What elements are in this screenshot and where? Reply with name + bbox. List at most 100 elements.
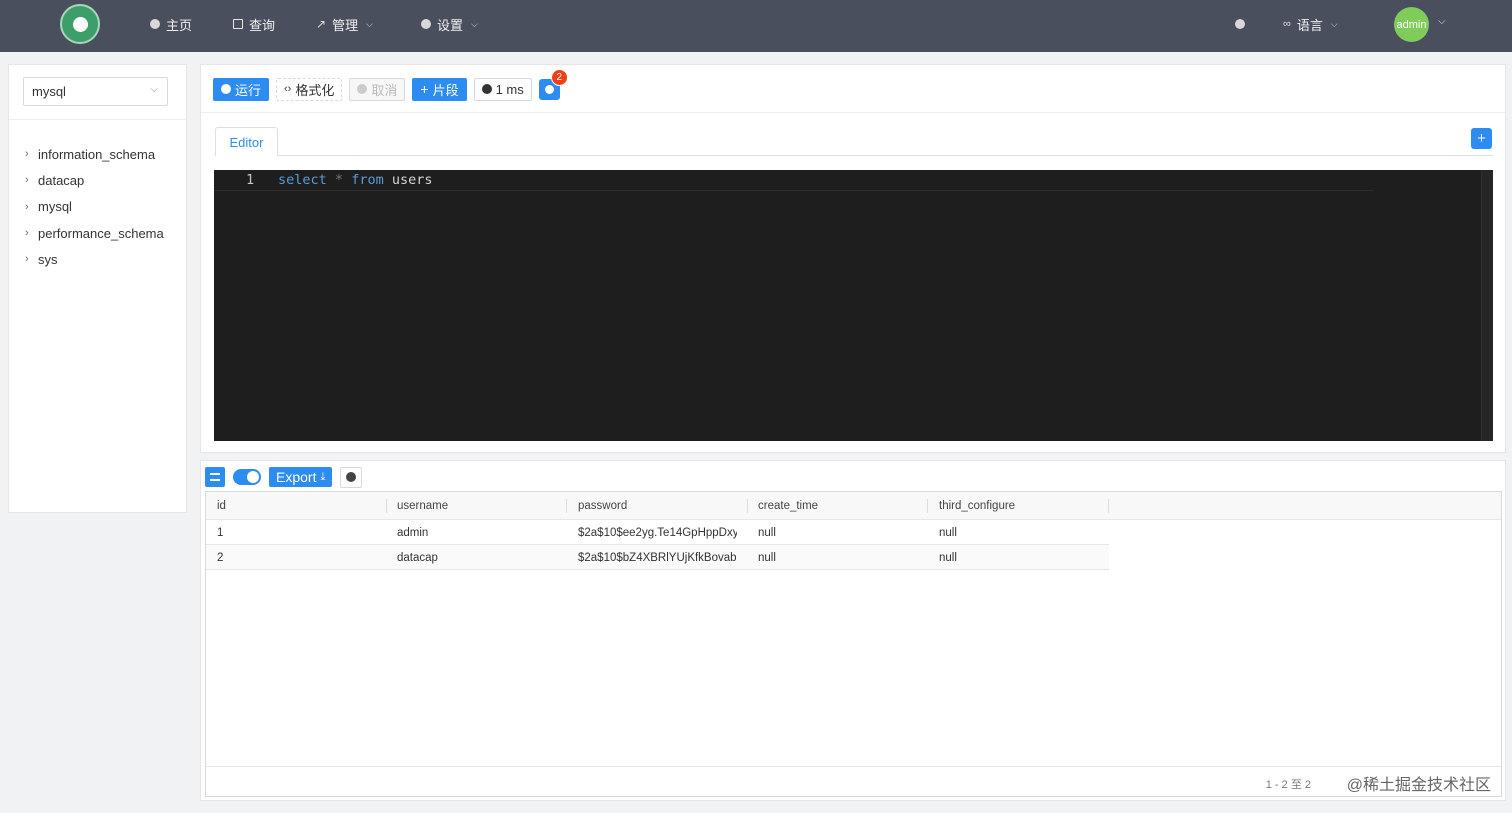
table-cell: 2 [217,551,224,564]
tree-item[interactable]: › mysql [25,194,164,220]
chevron-right-icon: › [25,174,29,187]
run-label: 运行 [235,82,262,98]
nav-settings[interactable]: 设置 ⌵ [421,14,478,34]
cancel-button[interactable]: 取消 [349,77,406,101]
pagination-summary: 1 - 2 至 2 [1265,779,1311,791]
table-cell: admin [397,526,429,539]
nav-home[interactable]: 主页 [150,14,192,34]
help-icon [1235,19,1245,29]
code-line: 1 select * from users [214,170,1374,191]
pie-chart-icon [346,472,357,482]
tree-item-label: mysql [38,199,72,215]
table-cell: null [758,551,776,564]
grid-header: id username password create_time third_c… [206,492,1501,520]
chevron-down-icon: ⌵ [150,84,158,95]
history-button[interactable]: 2 [538,68,568,100]
table-cell: null [939,551,957,564]
editor-scrollbar[interactable] [1481,170,1493,441]
clock-icon [481,84,492,94]
nav-query-label: 查询 [249,17,276,33]
add-tab-button[interactable]: + [1471,128,1492,149]
elapsed-label: 1 ms [495,81,524,97]
query-icon [233,19,243,29]
language-menu[interactable]: ∞ 语言 ⌵ [1283,14,1338,34]
language-icon: ∞ [1283,18,1291,30]
view-sql-button[interactable] [205,467,225,487]
tree-item-label: information_schema [38,146,156,162]
divider [201,112,1505,113]
watermark: @稀土掘金技术社区 [1346,777,1491,794]
tree-item[interactable]: › performance_schema [25,220,164,246]
text-icon [210,473,220,481]
tree-item[interactable]: › information_schema [25,141,164,167]
database-select-value: mysql [32,84,66,99]
column-header[interactable]: username [386,492,566,520]
schema-tree: › information_schema › datacap › mysql ›… [25,141,164,272]
results-panel: Export ⤓ id username password create_tim… [200,460,1506,801]
toggle-knob [247,471,259,483]
tree-item-label: datacap [38,172,85,188]
table-row[interactable]: 2 datacap $2a$10$bZ4XBRlYUjKfkBovabc nul… [206,545,1109,570]
column-resizer[interactable] [1108,499,1109,513]
tree-item-label: sys [38,251,58,267]
avatar[interactable]: admin [1394,7,1429,42]
tree-item[interactable]: › datacap [25,167,164,193]
format-label: 格式化 [295,82,335,98]
table-row[interactable]: 1 admin $2a$10$ee2yg.Te14GpHppDxyz null … [206,520,1109,545]
nav-home-label: 主页 [166,17,193,33]
nav-manage[interactable]: ↗ 管理 ⌵ [316,14,373,34]
chevron-right-icon: › [25,253,29,266]
home-icon [150,19,160,29]
sql-editor[interactable]: 1 select * from users [214,170,1493,441]
snippet-button[interactable]: + 片段 [412,77,467,101]
avatar-label: admin [1396,18,1427,31]
chevron-down-icon: ⌵ [366,18,373,29]
chevron-right-icon: › [25,148,29,161]
cancel-label: 取消 [371,82,398,98]
results-grid: id username password create_time third_c… [205,491,1502,797]
language-label: 语言 [1296,17,1323,33]
top-navigation: 主页 查询 ↗ 管理 ⌵ 设置 ⌵ ∞ 语言 ⌵ admin ⌵ [0,0,1512,52]
table-cell: null [758,526,776,539]
chevron-down-icon: ⌵ [471,18,478,29]
download-icon: ⤓ [320,470,326,483]
database-sidebar: mysql ⌵ › information_schema › datacap ›… [8,64,187,513]
wrench-icon: ↗ [316,17,327,31]
tab-editor[interactable]: Editor [215,127,278,156]
plus-icon: + [1477,130,1486,147]
column-header[interactable]: create_time [747,492,927,520]
chevron-down-icon: ⌵ [1330,18,1338,29]
tab-underline [278,155,1493,156]
chevron-down-icon[interactable]: ⌵ [1438,16,1446,27]
export-button[interactable]: Export ⤓ [269,467,333,487]
play-icon [221,84,231,94]
help-button[interactable] [1235,14,1245,34]
editor-toolbar: 运行 ‹› 格式化 取消 + 片段 1 ms 2 [213,68,568,101]
code-icon: ‹› [284,83,292,95]
line-number: 1 [246,172,255,188]
export-label: Export [276,469,317,485]
chevron-right-icon: › [25,200,29,213]
table-cell: 1 [217,526,224,539]
nav-settings-label: 设置 [437,17,464,33]
nav-query[interactable]: 查询 [233,14,275,34]
history-count-badge: 2 [550,68,568,86]
column-header[interactable]: third_configure [928,492,1108,520]
table-cell: null [939,526,957,539]
column-header[interactable]: id [206,492,386,520]
display-toggle[interactable] [233,469,261,485]
tree-item[interactable]: › sys [25,246,164,272]
editor-panel: 运行 ‹› 格式化 取消 + 片段 1 ms 2 Editor + 1 sele… [200,64,1506,453]
nav-manage-label: 管理 [332,17,359,33]
snippet-label: 片段 [432,82,459,98]
code-text: select * from users [278,172,433,188]
tab-editor-label: Editor [229,134,264,150]
database-select[interactable]: mysql ⌵ [23,77,168,106]
tree-item-label: performance_schema [38,225,164,241]
column-header[interactable]: password [567,492,747,520]
format-button[interactable]: ‹› 格式化 [276,77,343,101]
chart-button[interactable] [340,466,363,488]
run-button[interactable]: 运行 [213,77,270,101]
history-icon [544,84,554,94]
datacap-logo[interactable] [60,4,100,44]
